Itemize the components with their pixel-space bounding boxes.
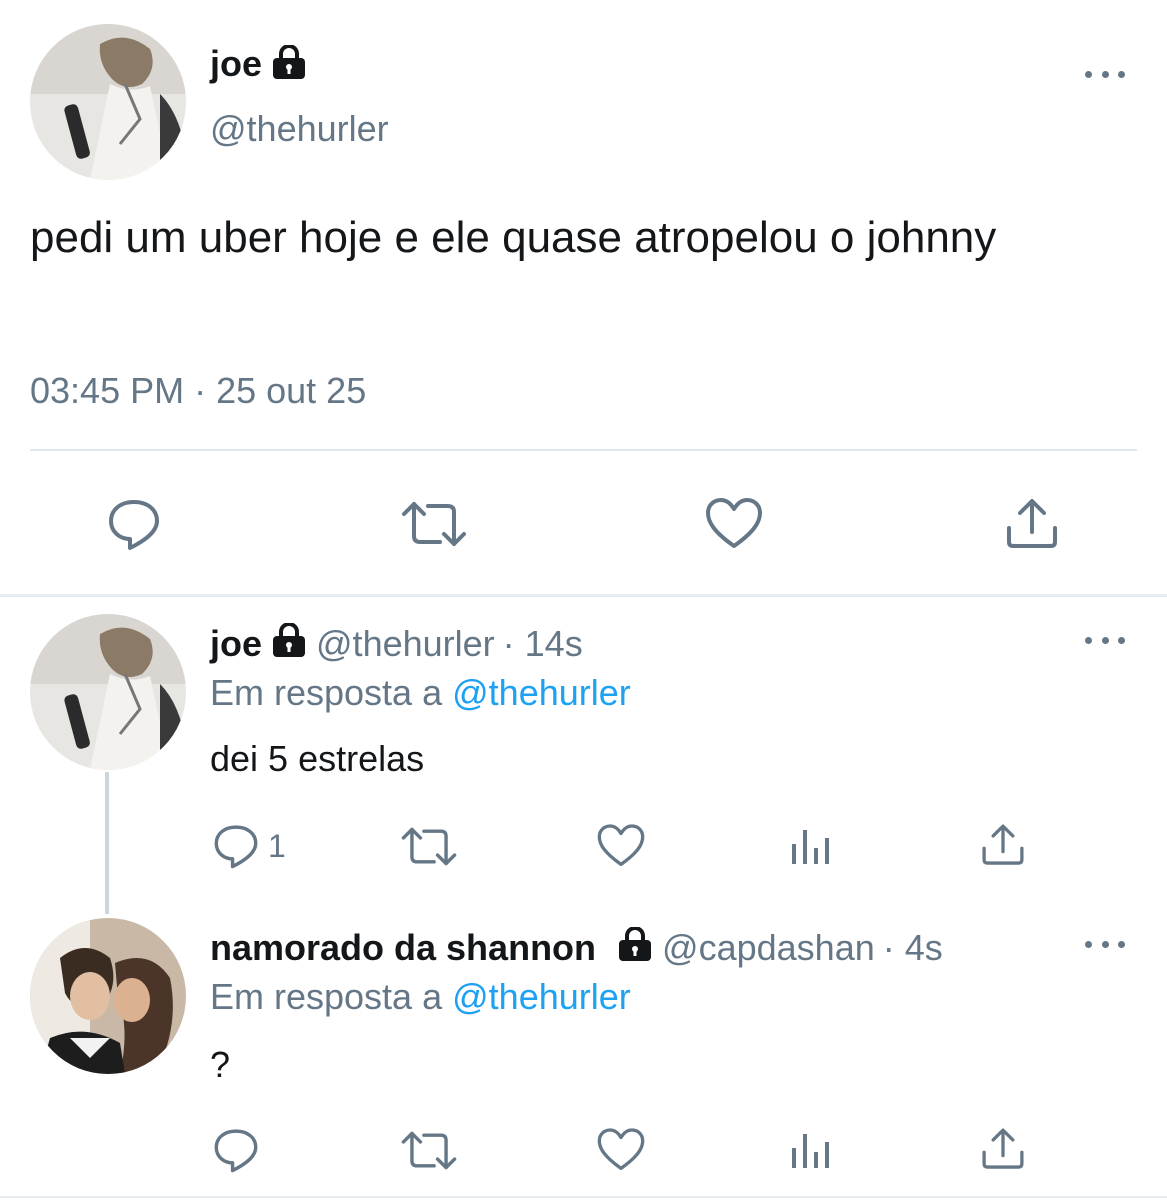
section-divider	[0, 594, 1167, 597]
reply-text: ?	[210, 1044, 231, 1085]
retweet-icon[interactable]	[400, 1130, 458, 1171]
reply-text: dei 5 estrelas	[210, 738, 425, 779]
main-tweet-avatar[interactable]	[30, 24, 186, 180]
share-icon[interactable]	[980, 1126, 1026, 1172]
main-tweet-text: pedi um uber hoje e ele quase atropelou …	[30, 213, 997, 262]
reply-display-name[interactable]: joe	[210, 623, 262, 665]
lock-icon	[616, 925, 654, 970]
main-tweet-handle[interactable]: @thehurler	[210, 108, 389, 150]
like-icon[interactable]	[596, 1126, 646, 1174]
more-options-icon[interactable]	[1085, 64, 1125, 84]
retweet-icon[interactable]	[400, 500, 468, 548]
main-tweet-display-name[interactable]: joe	[210, 43, 262, 85]
reply-handle[interactable]: @thehurler	[316, 623, 495, 665]
reply-time[interactable]: · 14s	[503, 623, 583, 665]
reply-icon[interactable]	[106, 496, 162, 552]
retweet-icon[interactable]	[400, 826, 458, 867]
more-options-icon[interactable]	[1085, 630, 1125, 650]
main-tweet-timestamp[interactable]: 03:45 PM · 25 out 25	[30, 370, 366, 412]
reply-time[interactable]: · 4s	[883, 927, 943, 969]
lock-icon	[270, 43, 308, 84]
share-icon[interactable]	[980, 822, 1026, 868]
analytics-icon[interactable]	[790, 826, 834, 866]
reply-avatar[interactable]	[30, 614, 186, 770]
reply-to-link[interactable]: @thehurler	[452, 672, 631, 713]
share-icon[interactable]	[1004, 496, 1060, 552]
reply-icon[interactable]	[212, 1126, 260, 1174]
more-options-icon[interactable]	[1085, 934, 1125, 954]
section-divider	[0, 1196, 1167, 1198]
reply-avatar[interactable]	[30, 918, 186, 1074]
thread-connector	[105, 772, 109, 914]
reply-context-label: Em resposta a	[210, 672, 443, 713]
reply-context-label: Em resposta a	[210, 976, 443, 1017]
reply-to-link[interactable]: @thehurler	[452, 976, 631, 1017]
reply-icon[interactable]	[212, 822, 260, 870]
like-icon[interactable]	[596, 822, 646, 870]
lock-icon	[270, 621, 308, 666]
reply-handle[interactable]: @capdashan	[662, 927, 875, 969]
like-icon[interactable]	[704, 496, 764, 552]
divider	[30, 449, 1137, 451]
analytics-icon[interactable]	[790, 1130, 834, 1170]
reply-display-name[interactable]: namorado da shannon	[210, 927, 596, 969]
reply-count: 1	[268, 827, 286, 864]
